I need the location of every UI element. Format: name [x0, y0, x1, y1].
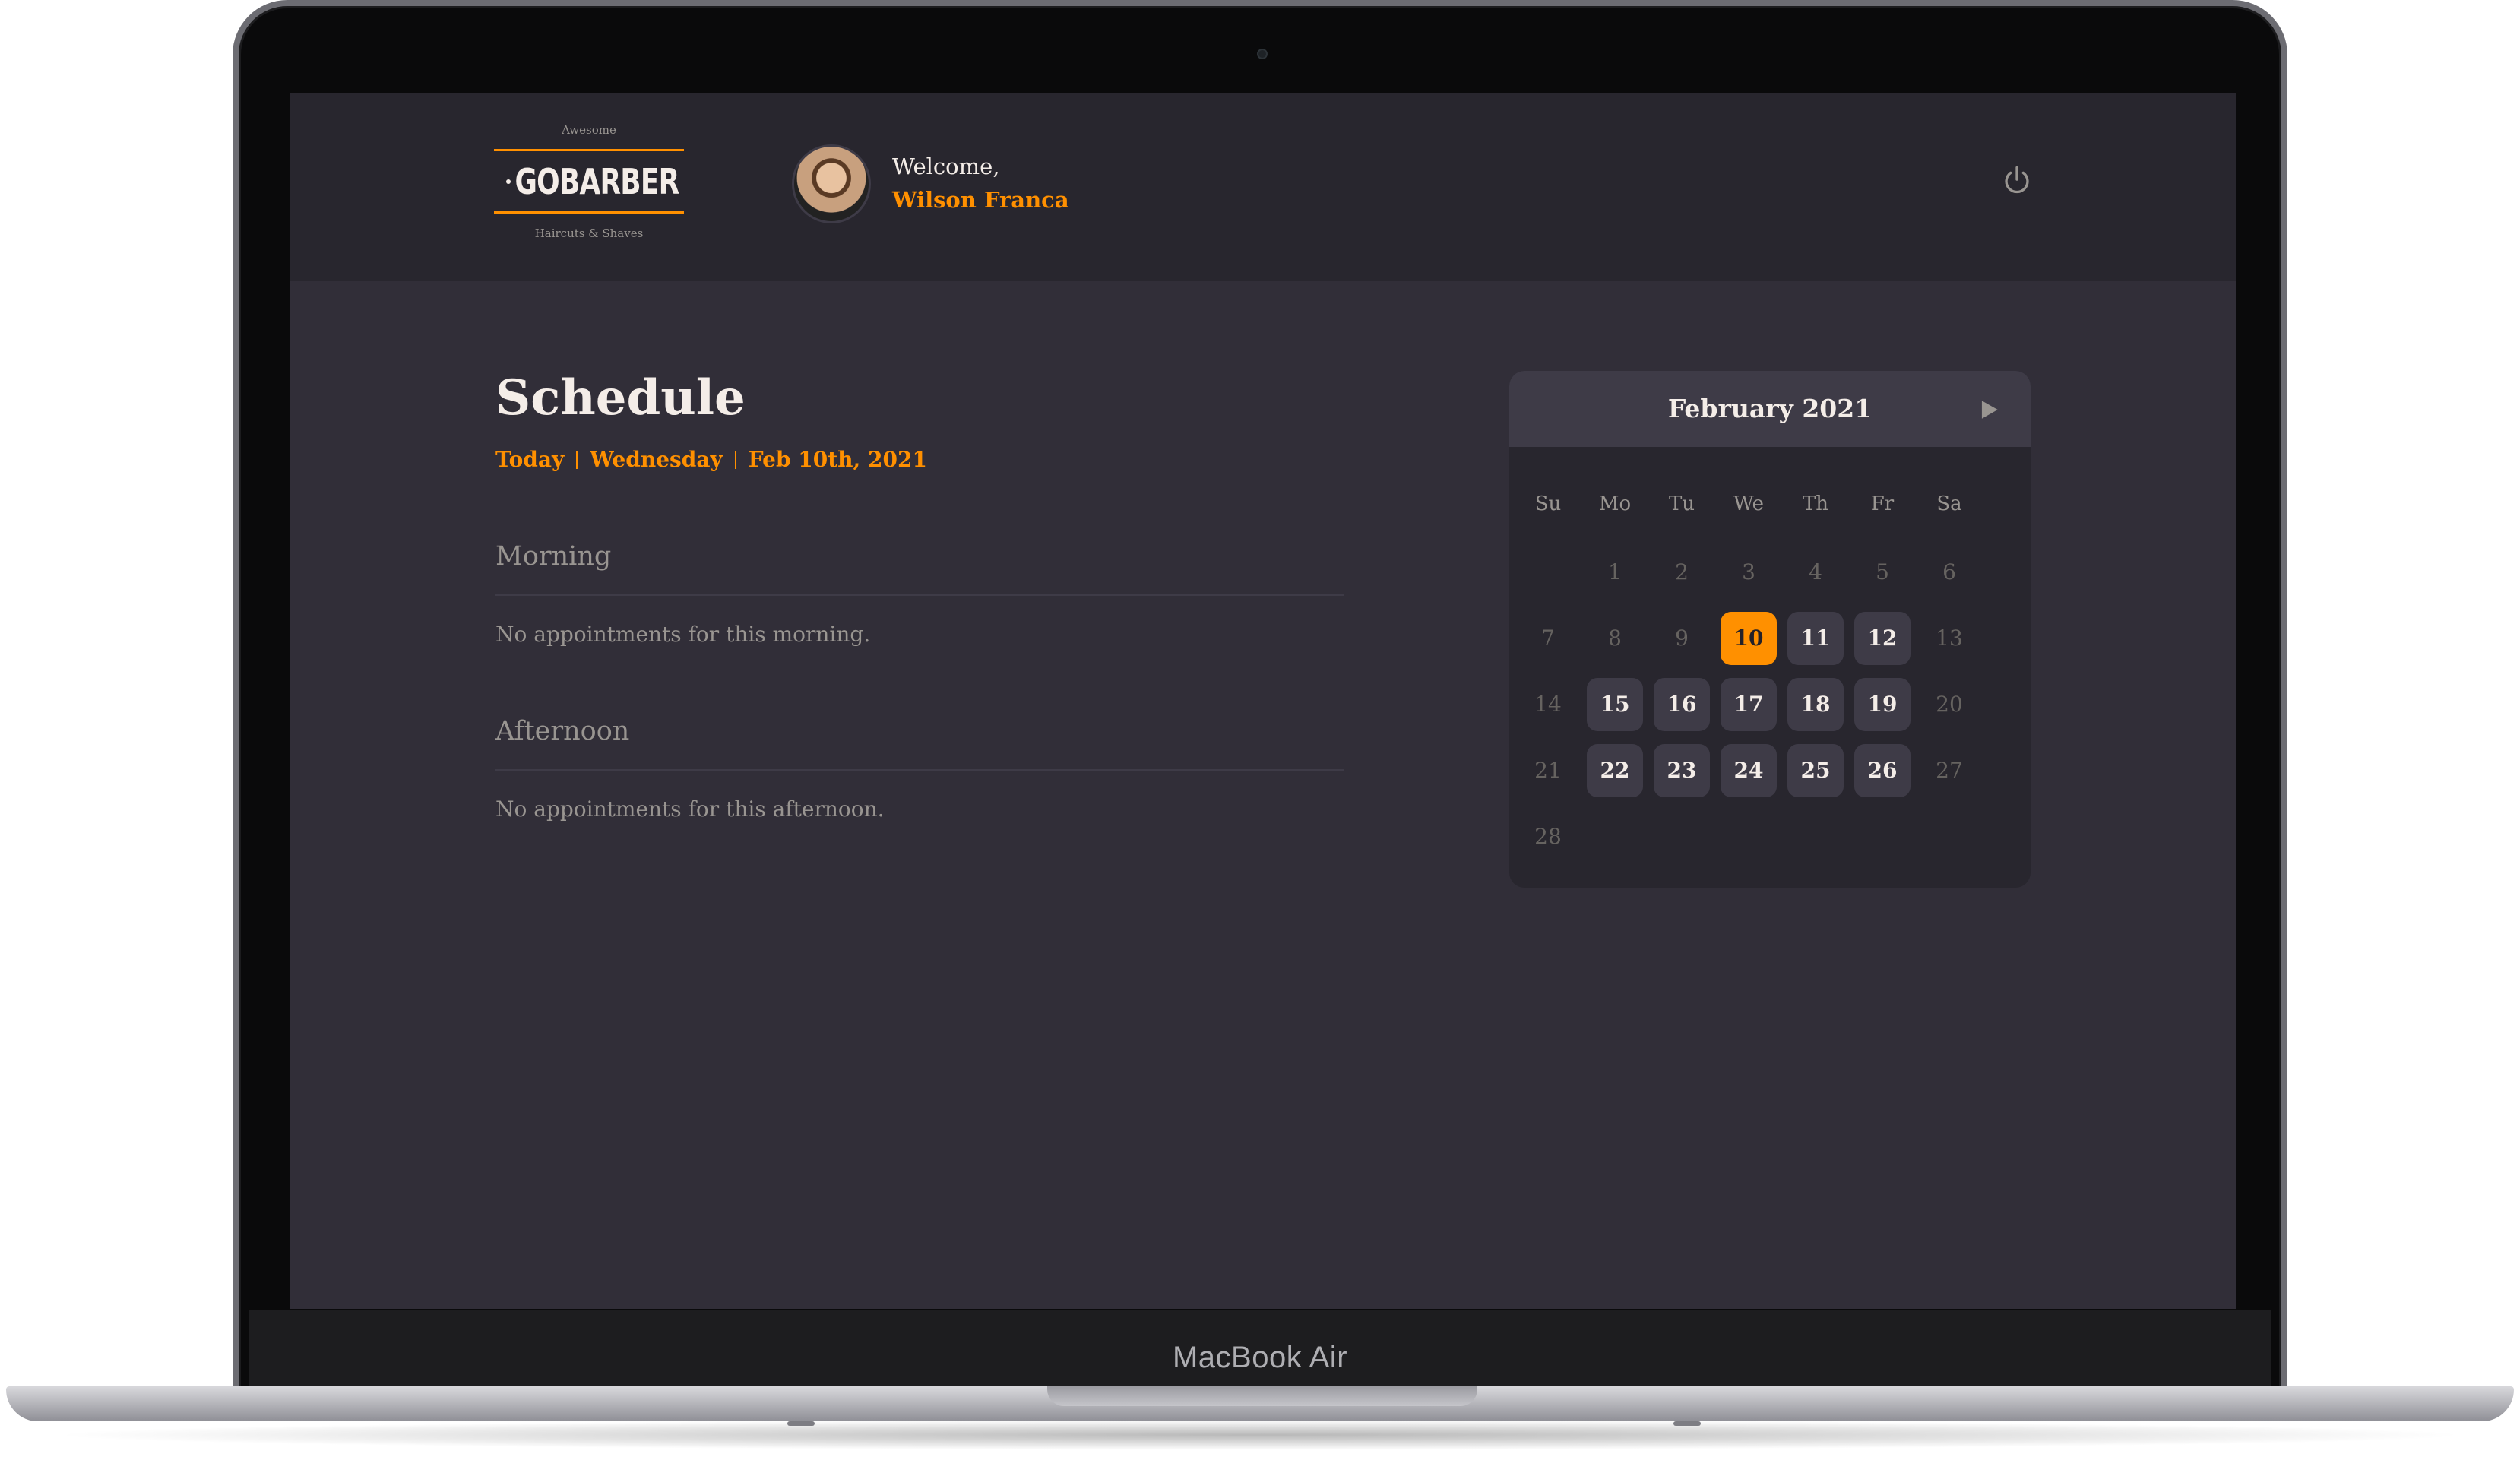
- weekday-label: Sa: [1936, 493, 1962, 515]
- gobarber-logo: Awesome GOBARBER Haircuts & Shaves: [494, 123, 684, 252]
- schedule-date-line: Today Wednesday Feb 10th, 2021: [495, 447, 927, 472]
- calendar-day[interactable]: 16: [1654, 678, 1710, 731]
- app-header: Awesome GOBARBER Haircuts & Shaves Welco…: [290, 93, 2236, 281]
- user-avatar[interactable]: [792, 144, 871, 223]
- section-divider: [495, 594, 1344, 596]
- weekday-label: Wednesday: [590, 447, 723, 472]
- logo-tagline-top: Awesome: [562, 123, 616, 137]
- calendar-day: 27: [1936, 758, 1963, 783]
- calendar-day[interactable]: 15: [1587, 678, 1643, 731]
- calendar-day: 7: [1541, 626, 1555, 651]
- calendar-day: 13: [1936, 626, 1963, 651]
- afternoon-empty-message: No appointments for this afternoon.: [495, 797, 885, 822]
- weekday-label: We: [1733, 493, 1764, 515]
- calendar-day: 9: [1675, 626, 1689, 651]
- laptop-foot: [1673, 1421, 1701, 1426]
- separator: [734, 450, 736, 469]
- weekday-label: Fr: [1870, 493, 1895, 515]
- welcome-label: Welcome,: [892, 154, 1000, 179]
- page-title: Schedule: [495, 369, 746, 426]
- calendar-month: February 2021: [1667, 394, 1873, 423]
- laptop-shadow: [46, 1420, 2474, 1450]
- separator: [576, 450, 578, 469]
- next-month-button[interactable]: [1979, 400, 1999, 420]
- calendar-day[interactable]: 22: [1587, 744, 1643, 797]
- weekday-label: Th: [1802, 493, 1829, 515]
- laptop-notch: [1047, 1386, 1477, 1406]
- device-label: MacBook Air: [1172, 1341, 1348, 1374]
- logo-divider: [494, 149, 684, 151]
- logo-wordmark: GOBARBER: [514, 161, 680, 202]
- weekday-label: Su: [1534, 493, 1562, 515]
- morning-empty-message: No appointments for this morning.: [495, 622, 871, 647]
- user-name-link[interactable]: Wilson Franca: [892, 187, 1069, 213]
- logo-tagline-bottom: Haircuts & Shaves: [534, 226, 644, 240]
- calendar-day: 1: [1608, 559, 1622, 584]
- date-label: Feb 10th, 2021: [748, 447, 927, 472]
- calendar-day: 3: [1742, 559, 1755, 584]
- calendar-day[interactable]: 26: [1854, 744, 1911, 797]
- afternoon-section-title: Afternoon: [495, 716, 630, 746]
- play-arrow-icon: [1981, 401, 1998, 419]
- calendar-day: 8: [1608, 626, 1622, 651]
- calendar-day: 21: [1534, 758, 1562, 783]
- laptop-foot: [787, 1421, 815, 1426]
- calendar-day[interactable]: 12: [1854, 612, 1911, 665]
- calendar-day: 6: [1942, 559, 1956, 584]
- calendar-day[interactable]: 18: [1787, 678, 1844, 731]
- app-screen: Awesome GOBARBER Haircuts & Shaves Welco…: [290, 93, 2236, 1309]
- calendar-day: 14: [1534, 692, 1562, 717]
- logo-dot: [506, 179, 511, 184]
- calendar-day: 28: [1534, 824, 1562, 849]
- power-icon[interactable]: [2000, 164, 2034, 198]
- weekday-label: Tu: [1668, 493, 1695, 515]
- calendar-day[interactable]: 17: [1721, 678, 1777, 731]
- calendar-day-selected[interactable]: 10: [1721, 612, 1777, 665]
- calendar-day: 2: [1675, 559, 1689, 584]
- calendar: February 2021 Su Mo Tu We Th Fr Sa 1 2 3 4 5 6 7 8 9 10 1…: [1509, 371, 2031, 888]
- morning-section-title: Morning: [495, 541, 612, 572]
- calendar-day[interactable]: 19: [1854, 678, 1911, 731]
- today-label: Today: [495, 447, 565, 472]
- calendar-day: 4: [1809, 559, 1822, 584]
- calendar-day: 5: [1876, 559, 1889, 584]
- calendar-day[interactable]: 11: [1787, 612, 1844, 665]
- weekday-label: Mo: [1598, 493, 1632, 515]
- calendar-header: February 2021: [1509, 371, 2031, 447]
- logo-divider: [494, 211, 684, 214]
- calendar-day: 20: [1936, 692, 1963, 717]
- camera-icon: [1257, 49, 1268, 59]
- section-divider: [495, 769, 1344, 771]
- calendar-day[interactable]: 24: [1721, 744, 1777, 797]
- calendar-day[interactable]: 25: [1787, 744, 1844, 797]
- calendar-day[interactable]: 23: [1654, 744, 1710, 797]
- logo-dot: [667, 179, 672, 184]
